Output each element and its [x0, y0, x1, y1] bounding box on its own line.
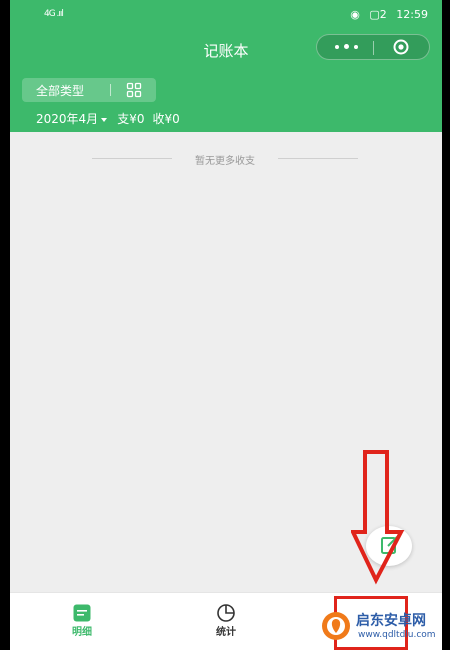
tab-detail[interactable]: 明细	[10, 593, 154, 650]
close-target-icon[interactable]	[393, 39, 409, 55]
status-time: 12:59	[396, 8, 428, 21]
site-watermark: 启东安卓网 www.qdltdlu.com	[318, 606, 442, 646]
status-bar: 4G .ııl ◉ ▢2 12:59	[10, 8, 442, 26]
list-icon	[73, 604, 91, 622]
tab-stats[interactable]: 统计	[154, 593, 298, 650]
empty-text: 暂无更多收支	[195, 156, 255, 167]
pie-chart-icon	[217, 604, 235, 622]
month-selector[interactable]: 2020年4月	[36, 112, 98, 126]
filter-divider	[110, 84, 111, 96]
more-dots-icon[interactable]	[335, 41, 359, 53]
type-filter-button[interactable]: 全部类型	[22, 78, 156, 102]
watermark-url: www.qdltdlu.com	[358, 630, 436, 640]
expense-total: 支¥0	[117, 112, 145, 126]
category-grid-icon[interactable]	[126, 82, 142, 98]
annotation-arrow	[351, 450, 405, 585]
tab-stats-label: 统计	[216, 627, 236, 638]
watermark-logo-icon	[322, 612, 350, 640]
type-filter-label: 全部类型	[36, 84, 85, 98]
income-total: 收¥0	[152, 112, 180, 126]
caret-down-icon[interactable]	[101, 117, 108, 122]
watermark-name: 启东安卓网	[356, 613, 426, 629]
signal-indicator: 4G .ııl	[44, 9, 64, 19]
phone-screen: 4G .ııl ◉ ▢2 12:59 记账本 全部类型 2020年4月 支¥0 收¥…	[10, 0, 442, 650]
empty-list-notice: 暂无更多收支	[92, 152, 358, 167]
month-summary: 2020年4月 支¥0 收¥0	[36, 110, 188, 127]
eye-icon: ◉	[350, 8, 360, 21]
tab-detail-label: 明细	[72, 627, 92, 638]
battery-icon: ▢2	[369, 8, 387, 21]
status-right: ◉ ▢2 12:59	[344, 8, 428, 21]
capsule-divider	[373, 41, 374, 55]
miniprogram-capsule	[316, 34, 430, 60]
